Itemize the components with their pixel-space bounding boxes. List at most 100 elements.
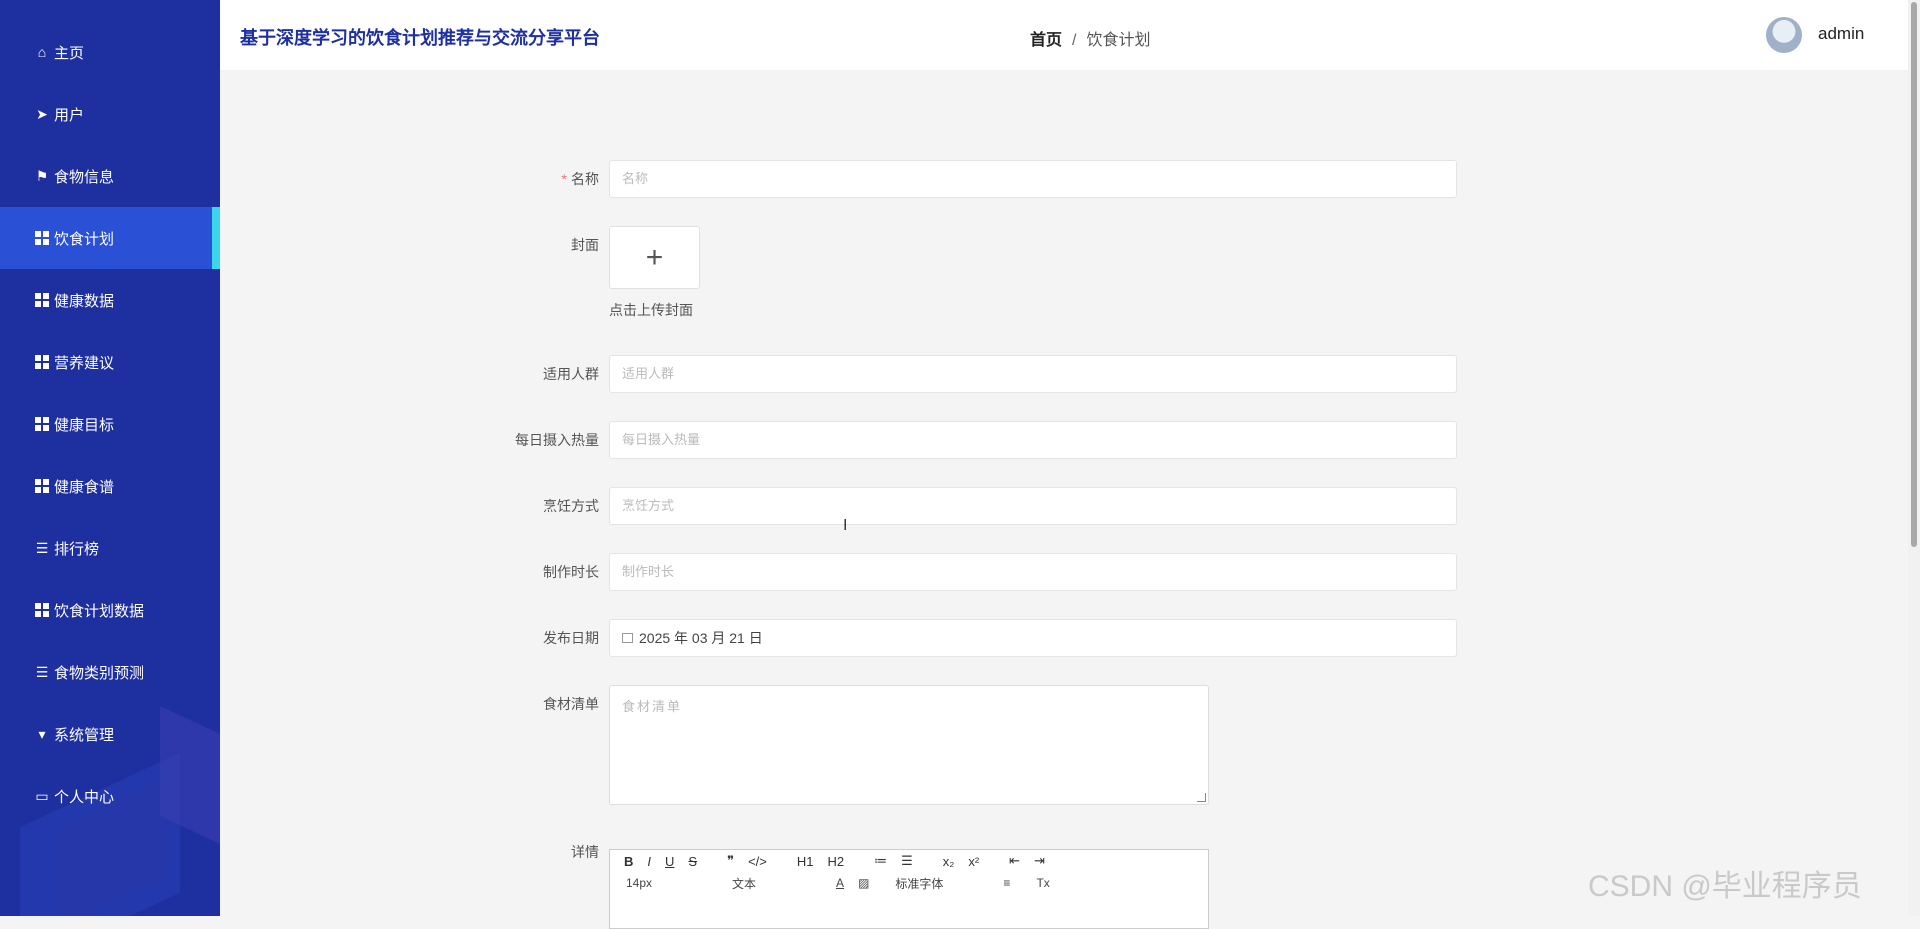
sidebar-item-health-recipes[interactable]: 健康食谱 <box>0 455 220 517</box>
publish-date-picker[interactable]: 2025 年 03 月 21 日 <box>609 619 1457 657</box>
card-icon: ▭ <box>35 787 49 804</box>
sidebar-item-label: 饮食计划数据 <box>54 602 145 620</box>
resize-handle[interactable] <box>1197 793 1206 802</box>
form-row-cooking: 烹饪方式 烹饪方式 <box>480 487 1457 525</box>
sidebar: ⌂ 主页 ➤ 用户 ⚑ 食物信息 饮食计划 健康数据 营养建议 健康目标 健康食… <box>0 0 220 916</box>
bold-button[interactable]: B <box>624 854 633 869</box>
duration-input[interactable]: 制作时长 <box>609 553 1457 591</box>
indent-button[interactable]: ⇥ <box>1034 853 1045 869</box>
italic-button[interactable]: I <box>647 854 651 869</box>
form-row-publish-date: 发布日期 2025 年 03 月 21 日 <box>480 619 1457 657</box>
form-row-duration: 制作时长 制作时长 <box>480 553 1457 591</box>
outdent-button[interactable]: ⇤ <box>1009 853 1020 869</box>
username[interactable]: admin <box>1818 24 1864 44</box>
sidebar-item-label: 饮食计划 <box>54 230 115 248</box>
sidebar-item-label: 健康数据 <box>54 292 115 310</box>
sidebar-item-diet-plan[interactable]: 饮食计划 <box>0 207 220 269</box>
sidebar-item-system[interactable]: ▾ 系统管理 <box>0 703 220 765</box>
cover-upload-button[interactable]: + <box>609 226 700 289</box>
calories-input[interactable]: 每日摄入热量 <box>609 421 1457 459</box>
sidebar-item-label: 主页 <box>54 44 85 62</box>
form-row-audience: 适用人群 适用人群 <box>480 355 1457 393</box>
font-color-icon[interactable]: A <box>836 876 844 890</box>
sidebar-item-label: 系统管理 <box>54 726 115 744</box>
sidebar-item-food-prediction[interactable]: ☰ 食物类别预测 <box>0 641 220 703</box>
font-size-select[interactable]: 14px <box>626 876 652 890</box>
align-icon[interactable]: ≡ <box>1003 876 1010 890</box>
sidebar-item-users[interactable]: ➤ 用户 <box>0 83 220 145</box>
subscript-button[interactable]: x₂ <box>943 854 955 869</box>
list-icon: ☰ <box>35 539 49 556</box>
cooking-input[interactable]: 烹饪方式 <box>609 487 1457 525</box>
breadcrumb-current: 饮食计划 <box>1086 32 1151 49</box>
flag-icon: ⚑ <box>35 167 49 184</box>
scrollbar[interactable] <box>1908 0 1920 916</box>
superscript-button[interactable]: x² <box>968 854 979 869</box>
background-color-icon[interactable]: ▨ <box>858 876 869 890</box>
sidebar-item-diet-plan-data[interactable]: 饮食计划数据 <box>0 579 220 641</box>
underline-button[interactable]: U <box>665 854 674 869</box>
text-type-select[interactable]: 文本 <box>732 875 756 892</box>
form-row-cover: 封面 + <box>480 226 700 289</box>
form-row-ingredients: 食材清单 食材清单 <box>480 685 1209 805</box>
sidebar-item-ranking[interactable]: ☰ 排行榜 <box>0 517 220 579</box>
name-label: * 名称 <box>480 160 609 198</box>
sidebar-item-nutrition-advice[interactable]: 营养建议 <box>0 331 220 393</box>
ordered-list-button[interactable]: ≔ <box>874 853 887 869</box>
sidebar-item-label: 健康目标 <box>54 416 115 434</box>
brush-icon: ▾ <box>38 725 46 742</box>
editor-toolbar-row-2: 14px 文本 A ▨ 标准字体 ≡ Tx <box>610 872 1208 894</box>
cooking-label: 烹饪方式 <box>543 498 599 514</box>
sidebar-item-label: 食物信息 <box>54 168 115 186</box>
cover-upload-tip[interactable]: 点击上传封面 <box>609 300 693 320</box>
code-button[interactable]: </> <box>748 854 767 869</box>
form-row-name: * 名称 名称 <box>480 160 1457 198</box>
name-label-text: 名称 <box>571 171 599 187</box>
form-row-calories: 每日摄入热量 每日摄入热量 <box>480 421 1457 459</box>
audience-input[interactable]: 适用人群 <box>609 355 1457 393</box>
sidebar-item-home[interactable]: ⌂ 主页 <box>0 21 220 83</box>
breadcrumb-separator: / <box>1072 32 1077 49</box>
top-header: 基于深度学习的饮食计划推荐与交流分享平台 首页 / 饮食计划 admin <box>220 0 1908 70</box>
h1-button[interactable]: H1 <box>797 854 814 869</box>
quote-button[interactable]: ❞ <box>727 853 734 869</box>
text-cursor-icon: I <box>843 517 848 534</box>
details-label: 详情 <box>571 844 599 860</box>
breadcrumb: 首页 / 饮食计划 <box>1030 26 1150 50</box>
editor-toolbar-row-1: B I U S ❞ </> H1 H2 ≔ ☰ x₂ x² ⇤ ⇥ <box>610 850 1208 872</box>
grid-icon <box>34 602 50 618</box>
calories-label: 每日摄入热量 <box>515 432 599 448</box>
sidebar-item-label: 食物类别预测 <box>54 664 145 682</box>
grid-icon <box>34 478 50 494</box>
sidebar-item-label: 个人中心 <box>54 788 115 806</box>
avatar[interactable] <box>1766 17 1802 53</box>
duration-label: 制作时长 <box>543 564 599 580</box>
breadcrumb-home[interactable]: 首页 <box>1030 32 1062 49</box>
app-title: 基于深度学习的饮食计划推荐与交流分享平台 <box>240 28 600 48</box>
scrollbar-thumb[interactable] <box>1911 2 1917 547</box>
sidebar-item-health-data[interactable]: 健康数据 <box>0 269 220 331</box>
ingredients-label: 食材清单 <box>543 696 599 712</box>
bullet-list-button[interactable]: ☰ <box>901 853 913 869</box>
name-input[interactable]: 名称 <box>609 160 1457 198</box>
sidebar-item-label: 用户 <box>54 106 85 124</box>
grid-icon <box>34 292 50 308</box>
clear-format-button[interactable]: Tx <box>1036 876 1049 890</box>
grid-icon <box>34 354 50 370</box>
font-family-select[interactable]: 标准字体 <box>895 875 943 892</box>
watermark: CSDN @毕业程序员 <box>1588 870 1862 903</box>
h2-button[interactable]: H2 <box>828 854 845 869</box>
strike-button[interactable]: S <box>688 854 697 869</box>
rich-text-editor: B I U S ❞ </> H1 H2 ≔ ☰ x₂ x² ⇤ ⇥ 14px 文… <box>609 849 1209 929</box>
sidebar-item-food-info[interactable]: ⚑ 食物信息 <box>0 145 220 207</box>
ingredients-textarea[interactable]: 食材清单 <box>609 685 1209 805</box>
sidebar-item-profile[interactable]: ▭ 个人中心 <box>0 765 220 827</box>
audience-label: 适用人群 <box>543 366 599 382</box>
ingredients-placeholder: 食材清单 <box>622 699 683 714</box>
grid-icon <box>34 230 50 246</box>
sidebar-item-health-goals[interactable]: 健康目标 <box>0 393 220 455</box>
home-icon: ⌂ <box>37 44 47 60</box>
sidebar-item-label: 营养建议 <box>54 354 115 372</box>
calendar-icon <box>622 633 633 643</box>
sidebar-menu: ⌂ 主页 ➤ 用户 ⚑ 食物信息 饮食计划 健康数据 营养建议 健康目标 健康食… <box>0 21 220 827</box>
